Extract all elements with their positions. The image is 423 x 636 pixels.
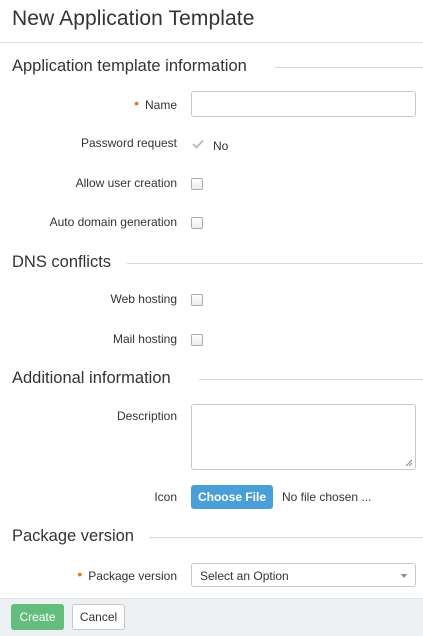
description-label: Description bbox=[116, 409, 177, 423]
auto-domain-generation-checkbox[interactable] bbox=[191, 217, 203, 229]
section-divider bbox=[149, 537, 423, 538]
create-button[interactable]: Create bbox=[11, 604, 64, 630]
package-version-selected: Select an Option bbox=[200, 569, 289, 583]
web-hosting-checkbox[interactable] bbox=[191, 294, 203, 306]
section-dns-conflicts: DNS conflicts bbox=[12, 252, 423, 276]
choose-file-button[interactable]: Choose File bbox=[191, 485, 273, 509]
password-request-label: Password request bbox=[80, 136, 177, 150]
section-additional-info: Additional information bbox=[12, 368, 423, 392]
web-hosting-label: Web hosting bbox=[110, 292, 178, 306]
section-title: Additional information bbox=[12, 368, 177, 388]
required-marker: • bbox=[77, 566, 83, 582]
section-title: Package version bbox=[12, 526, 140, 546]
required-marker: • bbox=[134, 95, 139, 111]
icon-label: Icon bbox=[154, 490, 177, 504]
section-title: Application template information bbox=[12, 56, 253, 76]
page-title: New Application Template bbox=[12, 7, 255, 30]
file-status: No file chosen ... bbox=[282, 490, 372, 504]
section-package-version: Package version bbox=[12, 526, 423, 550]
name-input[interactable] bbox=[191, 91, 416, 117]
section-divider bbox=[275, 67, 423, 68]
mail-hosting-label: Mail hosting bbox=[112, 332, 177, 346]
package-version-select[interactable]: Select an Option bbox=[191, 563, 416, 587]
title-divider bbox=[0, 42, 423, 43]
description-textarea[interactable] bbox=[191, 404, 416, 470]
section-template-info: Application template information bbox=[12, 56, 423, 80]
password-request-value: No bbox=[213, 139, 229, 153]
chevron-down-icon bbox=[401, 574, 407, 578]
section-divider bbox=[127, 263, 423, 264]
allow-user-creation-label: Allow user creation bbox=[75, 176, 177, 190]
allow-user-creation-checkbox[interactable] bbox=[191, 178, 203, 190]
section-divider bbox=[199, 379, 423, 380]
cancel-button[interactable]: Cancel bbox=[72, 604, 125, 630]
section-title: DNS conflicts bbox=[12, 252, 118, 272]
auto-domain-generation-label: Auto domain generation bbox=[49, 215, 177, 229]
mail-hosting-checkbox[interactable] bbox=[191, 334, 203, 346]
package-version-label: • Package version bbox=[77, 566, 177, 583]
resize-grip-icon[interactable] bbox=[405, 459, 413, 467]
form-footer: Create Cancel bbox=[0, 598, 423, 636]
name-label: • Name bbox=[134, 95, 177, 112]
check-icon bbox=[192, 139, 204, 149]
